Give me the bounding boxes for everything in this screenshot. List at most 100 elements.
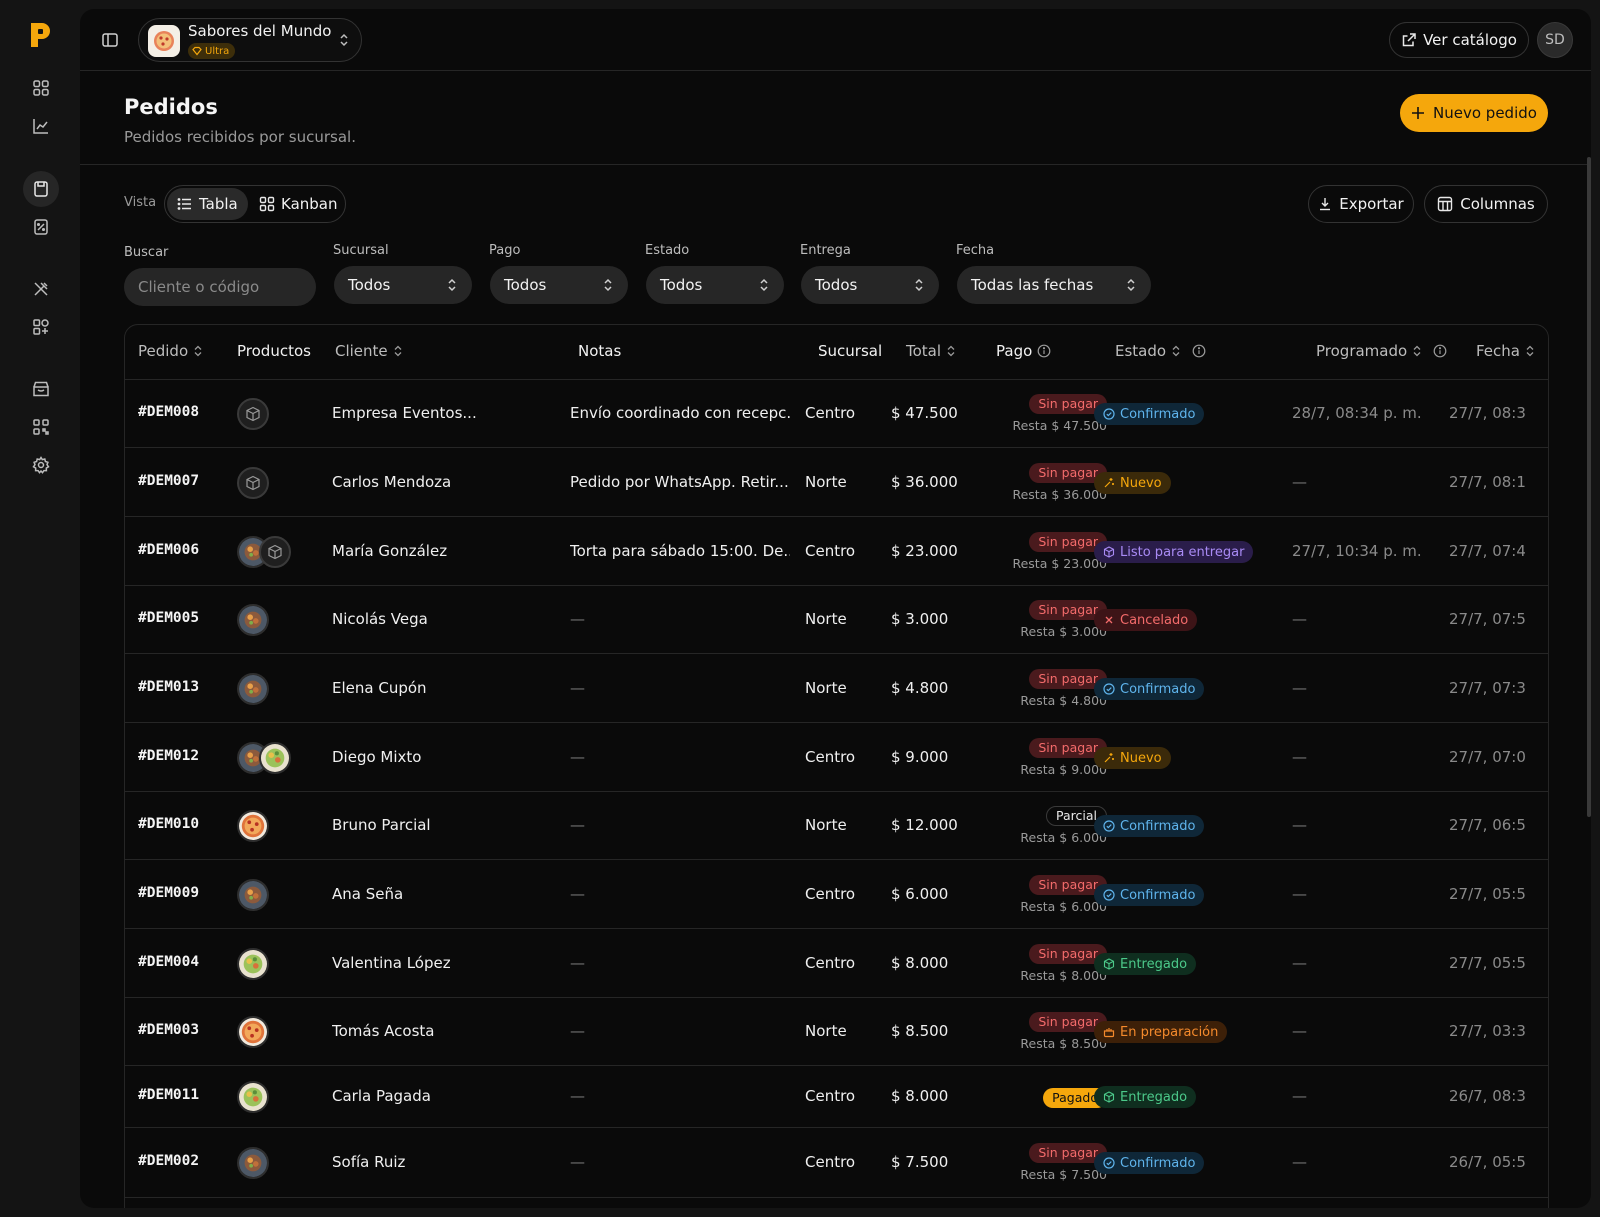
payment-remaining: Resta $ 23.000 [1012, 556, 1107, 571]
status-badge[interactable]: Confirmado [1094, 678, 1205, 700]
table-row[interactable]: #DEM002 Sofía Ruiz — Centro $ 7.500 Sin pagar… [125, 1128, 1548, 1198]
nav-store[interactable] [23, 371, 59, 407]
app-logo[interactable] [28, 20, 52, 50]
scheduled-time: — [1292, 1022, 1307, 1040]
store-switcher[interactable]: Sabores del Mundo Ultra [138, 18, 362, 62]
product-thumbnails[interactable] [237, 604, 269, 636]
package-check-icon [1103, 1091, 1115, 1103]
sidebar-toggle-button[interactable] [98, 28, 122, 52]
product-thumbnails[interactable] [237, 398, 269, 430]
qr-code-icon [33, 419, 49, 435]
status-badge[interactable]: Confirmado [1094, 1152, 1205, 1174]
nav-invoices[interactable] [23, 209, 59, 245]
table-row[interactable]: #DEM004 Valentina López — Centro $ 8.000 Sin … [125, 929, 1548, 998]
status-badge[interactable]: Nuevo [1094, 747, 1171, 769]
table-row[interactable]: #DEM013 Elena Cupón — Norte $ 4.800 Sin pagar… [125, 654, 1548, 723]
view-option-table[interactable]: Tabla [167, 188, 248, 220]
columns-table-icon [1438, 196, 1453, 212]
branch-name: Norte [805, 679, 847, 697]
nav-qr[interactable] [23, 409, 59, 445]
status-badge[interactable]: Entregado [1094, 953, 1197, 975]
payment-cell: Parcial Resta $ 6.000 [983, 805, 1107, 845]
table-row[interactable]: #DEM007 Carlos Mendoza Pedido por WhatsApp… [125, 448, 1548, 517]
food-bowl-icon [239, 675, 267, 703]
filter-status-select[interactable]: Todos [646, 266, 784, 304]
status-badge[interactable]: Confirmado [1094, 884, 1205, 906]
user-avatar[interactable]: SD [1537, 22, 1573, 58]
search-input[interactable] [124, 268, 316, 306]
filter-delivery-select[interactable]: Todos [801, 266, 939, 304]
product-thumbnails[interactable] [237, 673, 269, 705]
table-row[interactable]: #DEM003 Tomás Acosta — Norte $ 8.500 Sin paga… [125, 998, 1548, 1066]
order-notes: — [570, 885, 585, 903]
nav-analytics[interactable] [23, 108, 59, 144]
client-name: Carlos Mendoza [332, 473, 452, 491]
view-option-kanban[interactable]: Kanban [249, 188, 348, 220]
table-row[interactable]: #DEM011 Carla Pagada — Centro $ 8.000 Pagado E… [125, 1066, 1548, 1128]
col-header-order[interactable]: Pedido [138, 342, 203, 360]
status-label: Entregado [1120, 956, 1188, 972]
branch-name: Norte [805, 473, 847, 491]
product-thumbnails[interactable] [237, 742, 291, 774]
status-badge[interactable]: Listo para entregar [1094, 541, 1254, 563]
product-thumbnails[interactable] [237, 948, 269, 980]
scrollbar-thumb[interactable] [1587, 157, 1591, 817]
columns-label: Columnas [1460, 195, 1535, 213]
filter-date-select[interactable]: Todas las fechas [957, 266, 1151, 304]
product-thumbnails[interactable] [237, 1081, 269, 1113]
nav-categories[interactable] [23, 309, 59, 345]
product-thumbnail [237, 398, 269, 430]
info-icon[interactable] [1192, 344, 1206, 358]
col-header-client[interactable]: Cliente [335, 342, 403, 360]
col-header-scheduled[interactable]: Programado [1316, 342, 1447, 360]
status-badge[interactable]: Nuevo [1094, 472, 1171, 494]
nav-dashboard[interactable] [23, 70, 59, 106]
status-badge[interactable]: Confirmado [1094, 815, 1205, 837]
filter-branch-select[interactable]: Todos [334, 266, 472, 304]
filter-payment-select[interactable]: Todos [490, 266, 628, 304]
col-header-total[interactable]: Total [906, 342, 956, 360]
product-thumbnail [259, 536, 291, 568]
new-order-button[interactable]: Nuevo pedido [1400, 94, 1548, 132]
nav-menu[interactable] [23, 271, 59, 307]
order-date: 27/7, 03:3 [1449, 1022, 1525, 1040]
table-row[interactable]: #DEM005 Nicolás Vega — Norte $ 3.000 Sin paga… [125, 586, 1548, 654]
order-id: #DEM003 [138, 1022, 200, 1038]
col-header-status[interactable]: Estado [1115, 342, 1206, 360]
status-badge[interactable]: Cancelado [1094, 609, 1198, 631]
product-thumbnails[interactable] [237, 467, 269, 499]
order-notes: — [570, 816, 585, 834]
view-catalog-button[interactable]: Ver catálogo [1389, 22, 1529, 58]
info-icon[interactable] [1037, 344, 1051, 358]
sidebar-rail [0, 0, 80, 1217]
client-name: Ana Seña [332, 885, 404, 903]
product-thumbnails[interactable] [237, 810, 269, 842]
client-name: Empresa Eventos... [332, 404, 477, 422]
nav-settings[interactable] [23, 447, 59, 483]
table-row[interactable]: #DEM008 Empresa Eventos... Envío coordinad… [125, 380, 1548, 448]
product-thumbnails[interactable] [237, 1147, 269, 1179]
info-icon[interactable] [1433, 344, 1447, 358]
product-thumbnail [237, 1147, 269, 1179]
product-thumbnails[interactable] [237, 1016, 269, 1048]
table-row[interactable]: #DEM006 María González Torta para sábado 1… [125, 517, 1548, 586]
product-thumbnails[interactable] [237, 536, 291, 568]
status-badge[interactable]: Entregado [1094, 1086, 1197, 1108]
status-badge[interactable]: En preparación [1094, 1021, 1228, 1043]
product-thumbnails[interactable] [237, 879, 269, 911]
table-row[interactable]: #DEM009 Ana Seña — Centro $ 6.000 Sin pagar Re… [125, 860, 1548, 929]
table-row[interactable]: #DEM010 Bruno Parcial — Norte $ 12.000 Parcia… [125, 792, 1548, 860]
shapes-icon [33, 319, 49, 335]
export-button[interactable]: Exportar [1308, 185, 1414, 223]
col-header-date[interactable]: Fecha [1476, 342, 1535, 360]
nav-orders[interactable] [23, 171, 59, 207]
plus-icon [1412, 107, 1425, 119]
food-bowl-icon [239, 881, 267, 909]
columns-button[interactable]: Columnas [1424, 185, 1548, 223]
table-row[interactable]: #DEM012 Diego Mixto — Centro $ 9.000 Sin paga… [125, 723, 1548, 792]
status-badge[interactable]: Confirmado [1094, 403, 1205, 425]
order-total: $ 47.500 [891, 404, 958, 422]
order-date: 27/7, 08:1 [1449, 473, 1525, 491]
status-label: Entregado [1120, 1089, 1188, 1105]
product-thumbnail [237, 1016, 269, 1048]
